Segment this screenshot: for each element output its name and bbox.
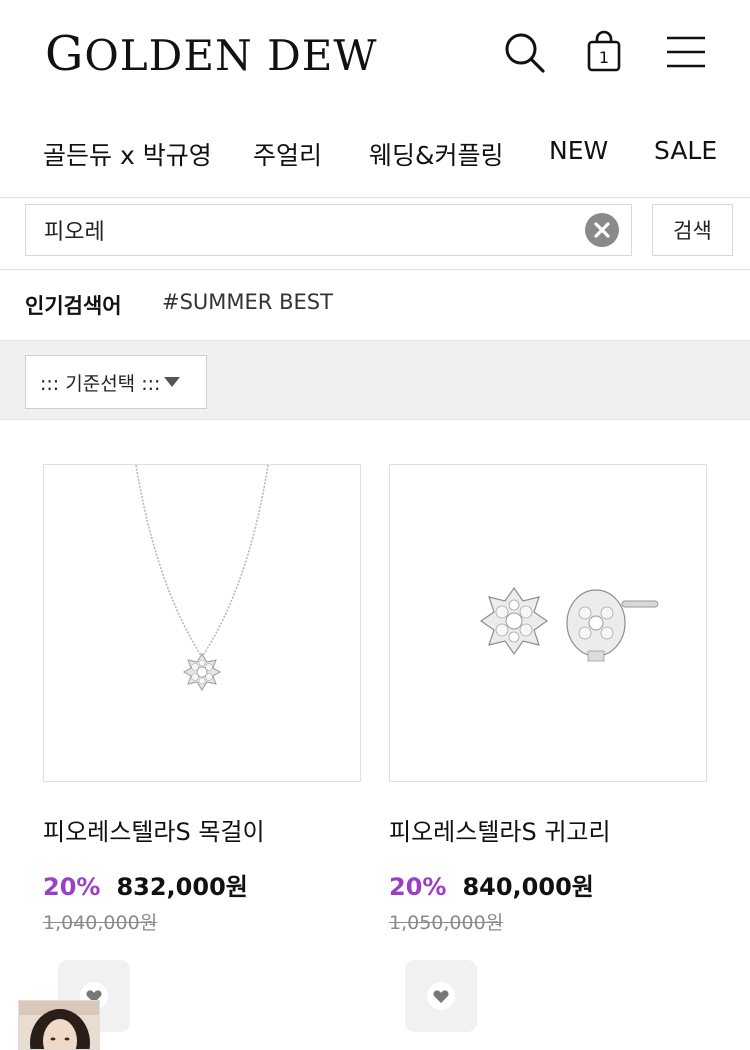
sort-selected-value: ::: 기준선택 ::: [40, 372, 161, 395]
search-bar: 검색 [0, 198, 750, 270]
hamburger-menu-icon[interactable] [662, 28, 710, 76]
product-image-earrings[interactable] [389, 464, 707, 782]
heart-icon [427, 982, 455, 1010]
price-row: 20% 832,000원 [43, 867, 361, 902]
popular-searches-label: 인기검색어 [25, 294, 122, 318]
caret-down-icon [164, 377, 181, 387]
nav-item-jewelry[interactable]: 주얼리 [253, 136, 322, 172]
price-row: 20% 840,000원 [389, 867, 707, 902]
product-card: 피오레스텔라S 목걸이 20% 832,000원 1,040,000원 [43, 464, 361, 935]
popular-search-tag[interactable]: #SUMMER BEST [162, 290, 333, 314]
original-price: 1,050,000원 [389, 912, 504, 934]
search-input[interactable] [44, 205, 584, 255]
shopping-bag-icon[interactable]: 1 [580, 28, 628, 76]
search-submit-button[interactable]: 검색 [652, 204, 733, 256]
original-price: 1,040,000원 [43, 912, 158, 934]
site-header: GOLDEN DEW 1 [0, 0, 750, 108]
popular-searches: 인기검색어 #SUMMER BEST [0, 270, 750, 340]
sort-dropdown[interactable]: ::: 기준선택 ::: [25, 355, 207, 409]
search-field [25, 204, 632, 256]
clear-circle-icon[interactable] [585, 213, 619, 247]
nav-item-collab[interactable]: 골든듀 x 박규영 [43, 136, 212, 172]
filter-bar: ::: 기준선택 ::: [0, 340, 750, 420]
category-nav: 골든듀 x 박규영 주얼리 웨딩&커플링 NEW SALE [0, 108, 750, 198]
product-image-necklace[interactable] [43, 464, 361, 782]
product-card: 피오레스텔라S 귀고리 20% 840,000원 1,050,000원 [389, 464, 707, 935]
product-name[interactable]: 피오레스텔라S 목걸이 [43, 812, 361, 847]
discount-rate: 20% [43, 873, 101, 901]
cart-count: 1 [599, 48, 609, 67]
floating-model-thumbnail[interactable] [18, 1000, 100, 1050]
nav-item-wedding-couple[interactable]: 웨딩&커플링 [369, 136, 504, 172]
wishlist-button[interactable] [405, 960, 477, 1032]
nav-item-sale[interactable]: SALE [654, 136, 717, 165]
logo-initial: G [45, 26, 85, 82]
search-icon[interactable] [500, 28, 548, 76]
product-name[interactable]: 피오레스텔라S 귀고리 [389, 812, 707, 847]
sale-price: 832,000원 [116, 873, 248, 901]
discount-rate: 20% [389, 873, 447, 901]
nav-item-new[interactable]: NEW [549, 136, 608, 165]
logo-text: OLDEN DEW [84, 31, 378, 80]
brand-logo[interactable]: GOLDEN DEW [45, 30, 378, 80]
sale-price: 840,000원 [462, 873, 594, 901]
